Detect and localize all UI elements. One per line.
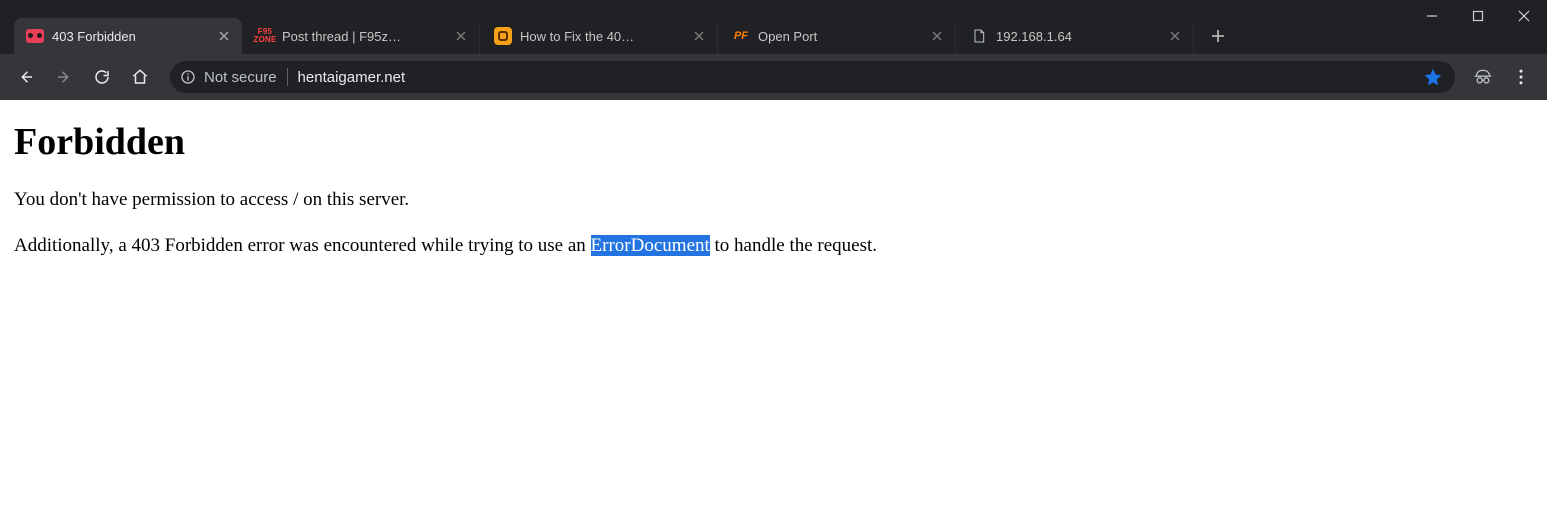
- kebab-menu-icon: [1511, 67, 1531, 87]
- menu-button[interactable]: [1503, 59, 1539, 95]
- tab[interactable]: How to Fix the 40…: [482, 18, 718, 54]
- close-icon[interactable]: [453, 28, 469, 44]
- favicon-orange-icon: [494, 27, 512, 45]
- tab[interactable]: F95ZONE Post thread | F95z…: [244, 18, 480, 54]
- close-icon[interactable]: [929, 28, 945, 44]
- security-label: Not secure: [204, 69, 277, 86]
- favicon-document-icon: [970, 27, 988, 45]
- error-message-2a: Additionally, a 403 Forbidden error was …: [14, 235, 591, 256]
- reload-button[interactable]: [84, 59, 120, 95]
- window-controls: [1409, 0, 1547, 54]
- toolbar-right: [1465, 59, 1539, 95]
- info-icon: [180, 69, 196, 85]
- url-text: hentaigamer.net: [298, 69, 1411, 86]
- tab[interactable]: 192.168.1.64: [958, 18, 1194, 54]
- favicon-pf-icon: PF: [732, 27, 750, 45]
- close-window-button[interactable]: [1501, 0, 1547, 32]
- star-icon: [1423, 67, 1443, 87]
- toolbar: Not secure hentaigamer.net: [0, 54, 1547, 100]
- incognito-icon: [1473, 67, 1493, 87]
- site-info-button[interactable]: Not secure: [180, 69, 277, 86]
- selected-text: ErrorDocument: [591, 235, 710, 256]
- tab-title: Open Port: [758, 29, 921, 44]
- forward-button[interactable]: [46, 59, 82, 95]
- tab[interactable]: PF Open Port: [720, 18, 956, 54]
- tab-title: 192.168.1.64: [996, 29, 1159, 44]
- home-button[interactable]: [122, 59, 158, 95]
- tab-active[interactable]: 403 Forbidden: [14, 18, 242, 54]
- tab-title: Post thread | F95z…: [282, 29, 445, 44]
- tab-title: 403 Forbidden: [52, 29, 208, 44]
- page-content: Forbidden You don't have permission to a…: [0, 100, 1547, 299]
- error-message-2c: to handle the request.: [710, 235, 877, 256]
- omnibox-divider: [287, 68, 288, 86]
- bookmark-button[interactable]: [1421, 65, 1445, 89]
- close-icon[interactable]: [216, 28, 232, 44]
- error-message-1: You don't have permission to access / on…: [14, 186, 1533, 214]
- minimize-button[interactable]: [1409, 0, 1455, 32]
- favicon-f95-icon: F95ZONE: [256, 27, 274, 45]
- tab-strip: 403 Forbidden F95ZONE Post thread | F95z…: [0, 0, 1409, 54]
- tab-title: How to Fix the 40…: [520, 29, 683, 44]
- page-heading: Forbidden: [14, 120, 1533, 164]
- favicon-controller-icon: [26, 27, 44, 45]
- close-icon[interactable]: [691, 28, 707, 44]
- maximize-button[interactable]: [1455, 0, 1501, 32]
- back-button[interactable]: [8, 59, 44, 95]
- page-viewport[interactable]: Forbidden You don't have permission to a…: [0, 100, 1547, 532]
- titlebar: 403 Forbidden F95ZONE Post thread | F95z…: [0, 0, 1547, 54]
- error-message-2: Additionally, a 403 Forbidden error was …: [14, 232, 1533, 260]
- incognito-button[interactable]: [1465, 59, 1501, 95]
- omnibox[interactable]: Not secure hentaigamer.net: [170, 61, 1455, 93]
- new-tab-button[interactable]: [1204, 22, 1232, 50]
- close-icon[interactable]: [1167, 28, 1183, 44]
